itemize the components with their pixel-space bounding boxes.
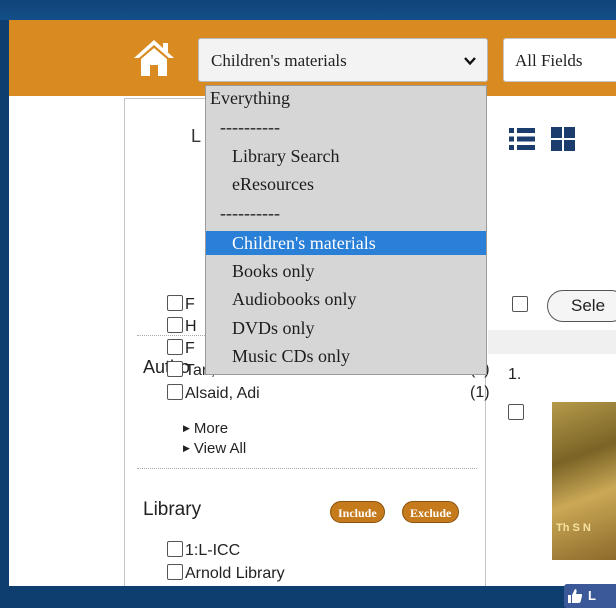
author-facet-item[interactable]: F (167, 339, 195, 359)
dropdown-option[interactable]: eResources (206, 172, 486, 196)
triangle-right-icon: ▶ (183, 423, 190, 433)
author-facet-label: Alsaid, Adi (185, 385, 260, 402)
dropdown-option-selected[interactable]: Children's materials (206, 231, 486, 255)
select-button[interactable]: Sele (547, 290, 616, 322)
dropdown-option[interactable]: Everything (206, 86, 486, 110)
author-facet-label: F (185, 296, 195, 313)
more-link[interactable]: ▶ More (183, 420, 228, 437)
more-label: More (193, 420, 229, 437)
checkbox[interactable] (167, 541, 183, 557)
thumbs-up-icon (568, 589, 583, 603)
exclude-button[interactable]: Exclude (402, 501, 460, 523)
results-toolbar-band (488, 330, 616, 354)
library-facet-heading: Library (143, 499, 202, 520)
grid-view-icon[interactable] (550, 126, 576, 152)
home-icon[interactable] (133, 38, 175, 78)
author-facet-label: F (185, 340, 195, 357)
checkbox[interactable] (167, 361, 183, 377)
library-facet-label: 1:L-ICC (185, 542, 241, 559)
search-field-value: All Fields (515, 51, 583, 70)
search-scope-select[interactable]: Children's materials (198, 38, 488, 82)
window-top-band (0, 0, 616, 20)
author-facet-label: H (185, 318, 197, 335)
cover-title-text: Th S N (556, 522, 591, 534)
result-number: 1. (508, 366, 522, 383)
dropdown-option[interactable]: Library Search (206, 144, 486, 168)
results-panel: Sele 1. Th S N L (488, 98, 616, 608)
author-facet-item[interactable]: H (167, 317, 197, 337)
view-all-link[interactable]: ▶ View All (183, 440, 246, 457)
like-label: L (588, 588, 596, 603)
dropdown-option[interactable]: Audiobooks only (206, 287, 486, 311)
checkbox[interactable] (167, 384, 183, 400)
search-scope-dropdown: Everything ---------- Library Search eRe… (205, 85, 487, 375)
checkbox[interactable] (167, 339, 183, 355)
checkbox[interactable] (167, 295, 183, 311)
checkbox[interactable] (167, 317, 183, 333)
include-button[interactable]: Include (330, 501, 385, 523)
checkbox[interactable] (167, 564, 183, 580)
limit-heading: L (191, 126, 202, 146)
library-facet-item[interactable]: Arnold Library (167, 564, 285, 584)
search-field-select[interactable]: All Fields (503, 38, 616, 82)
dropdown-separator: ---------- (220, 117, 280, 137)
book-cover-image[interactable]: Th S N (552, 402, 616, 560)
list-view-icon[interactable] (509, 126, 535, 152)
divider (137, 468, 477, 469)
author-facet-item[interactable]: Alsaid, Adi (1) (167, 384, 490, 404)
facet-count: (1) (470, 384, 490, 401)
like-button[interactable]: L (564, 584, 616, 608)
library-facet-item[interactable]: 1:L-ICC (167, 541, 240, 561)
dropdown-separator: ---------- (220, 203, 280, 223)
view-all-label: View All (193, 440, 247, 457)
library-facet-label: Arnold Library (185, 565, 285, 582)
triangle-right-icon: ▶ (183, 443, 190, 453)
search-scope-value: Children's materials (211, 51, 347, 70)
dropdown-option[interactable]: DVDs only (206, 316, 486, 340)
select-all-checkbox[interactable] (512, 296, 528, 312)
chevron-down-icon (464, 57, 476, 66)
author-facet-item[interactable]: F (167, 295, 195, 315)
result-checkbox[interactable] (508, 404, 524, 420)
dropdown-option[interactable]: Music CDs only (206, 344, 486, 368)
dropdown-option[interactable]: Books only (206, 259, 486, 283)
